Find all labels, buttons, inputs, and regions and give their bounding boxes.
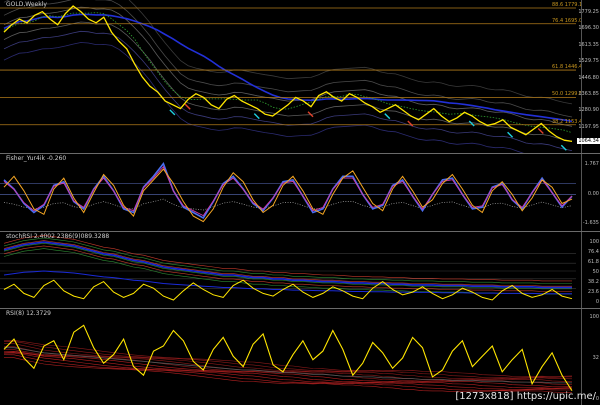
- axis-tick-label: 76.4: [587, 249, 599, 255]
- price-axis: 1779.25 1696.30 1613.35 1529.75 1446.80 1363.…: [577, 0, 600, 153]
- signal-arrow: [537, 128, 544, 134]
- axis-tick-label: 1779.25: [578, 9, 599, 15]
- fisher-chart: [0, 161, 576, 223]
- axis-tick-label: 1363.85: [578, 90, 599, 97]
- ribbon-line: [3, 235, 572, 282]
- ribbon-line: [3, 237, 572, 284]
- signal-arrow: [184, 103, 191, 110]
- axis-tick-label: 0.00: [587, 190, 599, 197]
- axis-tick-label: 38.2: [587, 279, 599, 285]
- signal-arrow: [468, 120, 475, 127]
- signal-arrow: [253, 113, 260, 120]
- fisher-line: [3, 168, 573, 223]
- axis-tick-label: 61.8: [587, 259, 599, 265]
- current-price-label: 1064.34: [577, 138, 600, 145]
- fisher-chart-title: Fisher_Yur4ik -0.260: [6, 155, 67, 162]
- signal-arrow: [560, 144, 567, 151]
- short-ma-line: [3, 12, 573, 134]
- axis-tick-label: 1446.80: [578, 74, 599, 81]
- axis-tick-label: 1613.35: [578, 41, 599, 48]
- axis-tick-label: 0: [595, 396, 599, 402]
- stochrsi-chart-title: stochRSI 2.4002 2386(9)089.3288: [6, 233, 110, 240]
- axis-tick-label: -1.635: [582, 220, 599, 226]
- envelope-line: [3, 0, 573, 105]
- axis-tick-label: 1529.75: [578, 58, 599, 65]
- envelope-line: [3, 30, 573, 151]
- axis-tick-label: 1.767: [584, 161, 599, 167]
- fisher-signal-line: [3, 161, 573, 219]
- axis-tick-label: 0: [595, 299, 599, 305]
- axis-tick-label: 1280.90: [578, 107, 599, 114]
- price-chart-title: GOLD,Weekly: [6, 1, 47, 8]
- stochrsi-chart: [0, 235, 576, 301]
- price-chart: [0, 0, 576, 153]
- stochrsi-axis: 100 76.4 61.8 50 38.2 23.6 0: [581, 232, 600, 308]
- signal-arrow: [169, 109, 176, 116]
- fisher-trigger-line: [3, 165, 573, 217]
- axis-tick-label: 100: [589, 239, 599, 245]
- envelope-line: [3, 21, 573, 142]
- stochrsi-pane[interactable]: stochRSI 2.4002 2386(9)089.3288 100 76.4 6…: [0, 232, 600, 308]
- fisher-pane[interactable]: Fisher_Yur4ik -0.260 1.767 0.00 -1.635: [0, 154, 600, 231]
- axis-tick-label: 50: [592, 269, 599, 275]
- watermark: [1273x818] https://upic.me/: [455, 391, 596, 402]
- price-pane[interactable]: GOLD,Weekly 88.6 1779.15 76.4 1695.01 61.8…: [0, 0, 600, 153]
- price-line: [3, 5, 573, 143]
- rsi-chart-title: RSI(8) 12.3729: [6, 310, 51, 317]
- signal-arrow: [507, 131, 514, 138]
- signal-arrow: [384, 113, 391, 120]
- axis-tick-label: 100: [589, 314, 599, 320]
- fisher-axis: 1.767 0.00 -1.635: [581, 154, 600, 231]
- axis-tick-label: 32: [592, 355, 599, 361]
- axis-tick-label: 1197.95: [578, 123, 599, 130]
- axis-tick-label: 23.6: [587, 289, 599, 295]
- axis-tick-label: 1696.30: [578, 25, 599, 32]
